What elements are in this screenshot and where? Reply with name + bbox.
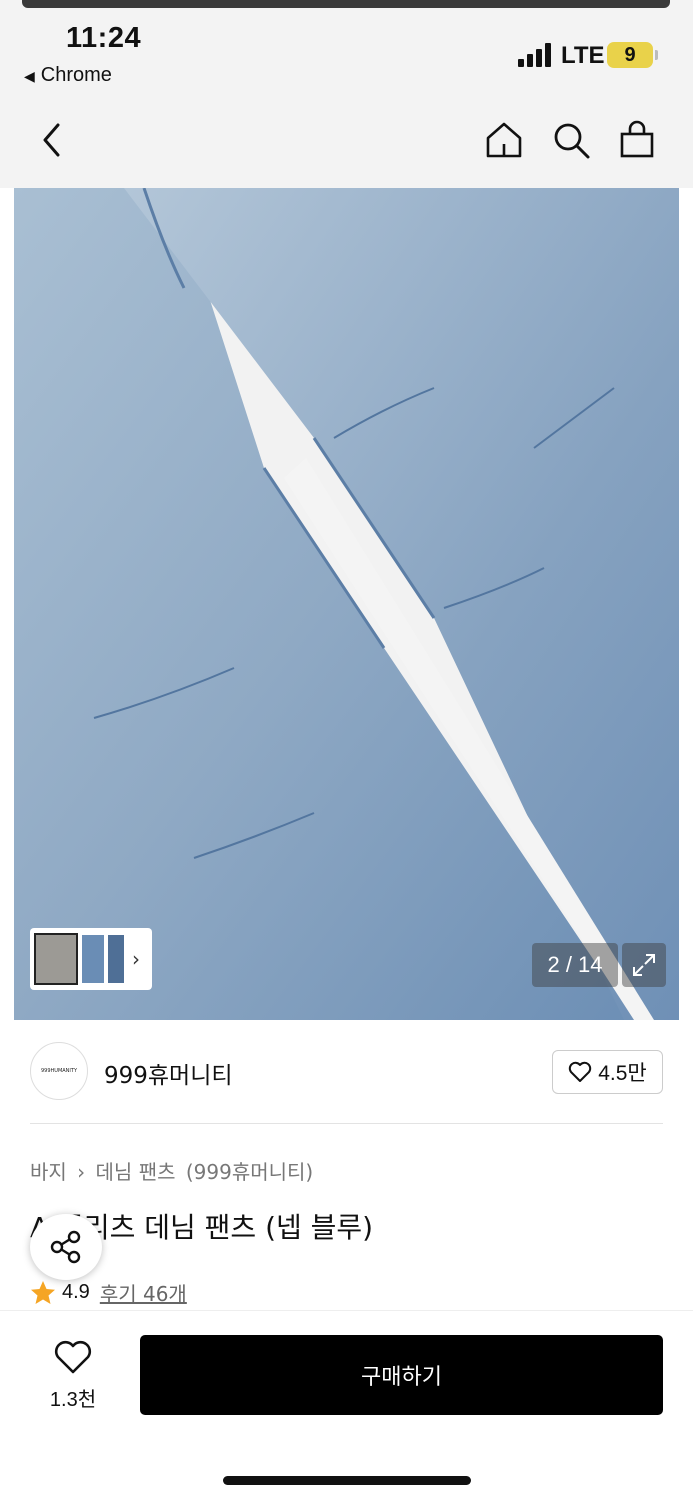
share-button[interactable] — [30, 1214, 102, 1280]
brand-like-count: 4.5만 — [598, 1062, 647, 1085]
rating-score: 4.9 — [62, 1281, 90, 1303]
expand-icon[interactable] — [622, 943, 666, 987]
battery-icon: 9 — [607, 42, 653, 68]
thumbnail-strip[interactable]: › — [30, 928, 152, 990]
breadcrumb-item[interactable]: 바지 — [30, 1160, 67, 1184]
brand-logo-text: 999HUMANITY — [40, 1068, 78, 1074]
search-icon[interactable] — [549, 118, 593, 162]
rating-row: 4.9 후기 46개 — [30, 1278, 187, 1307]
network-label: LTE — [561, 42, 605, 69]
battery-level: 9 — [624, 43, 636, 66]
like-count: 1.3천 — [49, 1389, 97, 1411]
brand-row: 999HUMANITY 999휴머니티 4.5만 — [30, 1020, 663, 1124]
thumbnail[interactable] — [108, 935, 124, 983]
breadcrumb: 바지 › 데님 팬츠 (999휴머니티) — [30, 1156, 317, 1185]
brand-like-button[interactable]: 4.5만 — [552, 1050, 663, 1094]
heart-icon — [54, 1340, 92, 1374]
brand-name[interactable]: 999휴머니티 — [104, 1056, 233, 1090]
shopping-bag-icon[interactable] — [615, 118, 659, 162]
breadcrumb-item[interactable]: (999휴머니티) — [186, 1160, 313, 1184]
breadcrumb-separator: › — [77, 1160, 86, 1184]
chevron-left-icon[interactable] — [30, 118, 74, 162]
bottom-action-bar: 1.3천 구매하기 — [0, 1310, 693, 1500]
like-button[interactable]: 1.3천 — [40, 1339, 106, 1412]
back-app-label: Chrome — [40, 64, 112, 86]
image-counter: 2 / 14 — [532, 943, 618, 987]
signal-icon — [518, 43, 554, 67]
product-image — [14, 188, 679, 1020]
back-triangle-icon: ◀ — [24, 68, 35, 84]
status-bar: 11:24 ◀ Chrome LTE 9 — [0, 0, 693, 100]
buy-button[interactable]: 구매하기 — [140, 1335, 663, 1415]
chevron-right-icon[interactable]: › — [132, 947, 140, 971]
home-indicator[interactable] — [223, 1476, 471, 1485]
thumbnail-selected[interactable] — [34, 933, 78, 985]
nav-bar — [0, 100, 693, 188]
status-time: 11:24 — [66, 22, 142, 54]
reviews-link[interactable]: 후기 46개 — [100, 1278, 187, 1307]
heart-icon — [569, 1061, 592, 1082]
star-icon — [31, 1280, 55, 1304]
breadcrumb-item[interactable]: 데님 팬츠 — [96, 1160, 176, 1184]
product-image-gallery[interactable]: › 2 / 14 — [14, 188, 679, 1020]
home-icon[interactable] — [482, 118, 526, 162]
brand-logo[interactable]: 999HUMANITY — [30, 1042, 88, 1100]
back-to-app-link[interactable]: ◀ Chrome — [24, 64, 112, 87]
thumbnail[interactable] — [82, 935, 104, 983]
battery-cap — [655, 50, 658, 60]
top-handle — [22, 0, 670, 8]
share-icon — [50, 1230, 81, 1264]
